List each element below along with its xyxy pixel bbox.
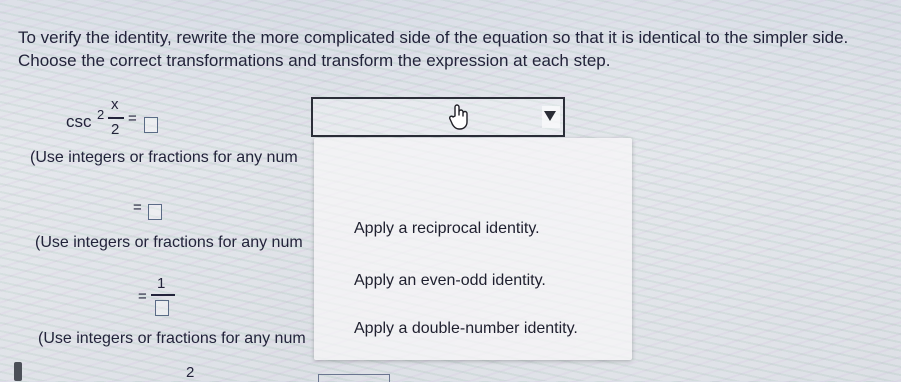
step2-equals-sign: = (133, 199, 142, 216)
menu-item-even-odd-identity[interactable]: Apply an even-odd identity. (354, 272, 546, 290)
dropdown-menu: Apply a reciprocal identity. Apply an ev… (314, 138, 632, 360)
step3-equals-sign: = (138, 288, 147, 305)
instruction-line-1: To verify the identity, rewrite the more… (18, 28, 849, 47)
menu-item-double-number-identity[interactable]: Apply a double-number identity. (354, 320, 578, 338)
fraction-denominator: 2 (111, 121, 120, 138)
hand-pointer-icon (448, 103, 472, 131)
step3-fraction-bar (151, 294, 175, 296)
answer-box-2[interactable] (148, 204, 162, 220)
hint-step-3: (Use integers or fractions for any num (38, 330, 306, 347)
footer-fraction-denominator: 2 (186, 364, 195, 381)
answer-box-3[interactable] (155, 300, 169, 316)
instruction-line-2: Choose the correct transformations and t… (18, 51, 611, 70)
hint-step-1: (Use integers or fractions for any num (30, 149, 298, 166)
hint-step-2: (Use integers or fractions for any num (35, 234, 303, 251)
answer-box-1[interactable] (144, 117, 158, 133)
exponent: 2 (97, 107, 105, 122)
fraction-bar (108, 117, 124, 119)
scroll-handle[interactable] (14, 362, 22, 381)
csc-function: csc (66, 112, 92, 131)
equals-sign: = (128, 110, 137, 127)
chevron-down-icon (544, 111, 556, 121)
menu-item-reciprocal-identity[interactable]: Apply a reciprocal identity. (354, 220, 540, 238)
fraction-numerator: x (111, 96, 119, 113)
transformation-dropdown[interactable] (311, 97, 565, 137)
step3-numerator: 1 (157, 275, 166, 292)
